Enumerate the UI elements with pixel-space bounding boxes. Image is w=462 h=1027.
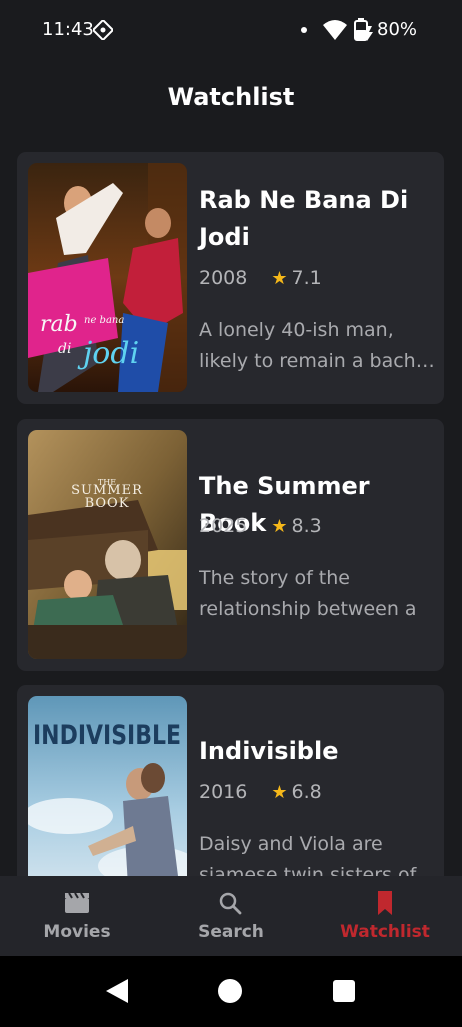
- back-icon[interactable]: [104, 977, 130, 1005]
- movie-card[interactable]: THE SUMMER BOOK The Summer Book 2025 ★ 8…: [17, 419, 444, 671]
- movie-description: Daisy and Viola are siamese twin sisters…: [199, 829, 437, 876]
- nav-label: Movies: [43, 922, 111, 942]
- movie-description-line: relationship between a: [199, 598, 417, 620]
- nav-item-movies[interactable]: Movies: [0, 876, 154, 956]
- nav-item-watchlist[interactable]: Watchlist: [308, 876, 462, 956]
- nav-label: Search: [198, 922, 264, 942]
- movie-meta: 2016 ★ 6.8: [199, 781, 322, 803]
- movie-description-line: siamese twin sisters of: [199, 864, 417, 876]
- movie-year: 2016: [199, 781, 248, 803]
- bookmark-icon: [378, 891, 392, 915]
- settings-icon: [93, 20, 113, 40]
- status-bar: 11:43 80%: [0, 0, 462, 60]
- svg-text:BOOK: BOOK: [85, 496, 130, 511]
- nav-item-search[interactable]: Search: [154, 876, 308, 956]
- star-icon: ★: [271, 515, 288, 537]
- svg-text:rab: rab: [40, 312, 78, 337]
- clapperboard-icon: [65, 892, 89, 913]
- watchlist-list[interactable]: rab ne bana di jodi Rab Ne Bana Di Jodi …: [17, 152, 444, 876]
- movie-rating: 6.8: [291, 781, 322, 803]
- movie-rating: 8.3: [291, 515, 322, 537]
- notification-dot: [301, 27, 307, 33]
- search-icon: [219, 892, 242, 915]
- movie-description-line: likely to remain a bachelor: [199, 350, 437, 372]
- movie-poster: THE SUMMER BOOK: [28, 430, 187, 659]
- battery-icon: [354, 18, 373, 41]
- nav-label: Watchlist: [340, 922, 430, 942]
- movie-card[interactable]: INDIVISIBLE Indivisible 2016 ★ 6.8 Daisy…: [17, 685, 444, 876]
- svg-text:jodi: jodi: [77, 336, 139, 371]
- movie-meta: 2025 ★ 8.3: [199, 515, 322, 537]
- movie-title-line: Rab Ne Bana Di: [199, 186, 409, 214]
- movie-poster: INDIVISIBLE: [28, 696, 187, 876]
- movie-description-line: The story of the: [199, 567, 350, 589]
- svg-text:di: di: [58, 341, 71, 357]
- movie-description-line: A lonely 40-ish man,: [199, 319, 394, 341]
- movie-rating: 7.1: [291, 267, 322, 289]
- movie-title: Indivisible: [199, 733, 435, 770]
- movie-poster: rab ne bana di jodi: [28, 163, 187, 392]
- svg-text:INDIVISIBLE: INDIVISIBLE: [33, 719, 181, 751]
- recents-icon[interactable]: [333, 980, 355, 1002]
- movie-title-line: Indivisible: [199, 737, 339, 765]
- bottom-nav: Movies Search Watchlist: [0, 876, 462, 956]
- status-time: 11:43: [42, 19, 94, 40]
- star-icon: ★: [271, 267, 288, 289]
- wifi-icon: [323, 20, 347, 40]
- movie-year: 2008: [199, 267, 248, 289]
- movie-description-line: Daisy and Viola are: [199, 833, 383, 855]
- system-nav-bar: [0, 956, 462, 1027]
- page-title: Watchlist: [167, 83, 295, 111]
- movie-title-line: Jodi: [199, 223, 250, 251]
- movie-card[interactable]: rab ne bana di jodi Rab Ne Bana Di Jodi …: [17, 152, 444, 404]
- svg-text:ne bana: ne bana: [84, 315, 124, 326]
- movie-year: 2025: [199, 515, 248, 537]
- home-icon[interactable]: [218, 979, 242, 1003]
- battery-percent: 80%: [377, 19, 418, 40]
- movie-description: The story of the relationship between a: [199, 563, 437, 625]
- movie-description: A lonely 40-ish man, likely to remain a …: [199, 315, 437, 377]
- movie-title: Rab Ne Bana Di Jodi: [199, 182, 435, 256]
- movie-meta: 2008 ★ 7.1: [199, 267, 322, 289]
- star-icon: ★: [271, 781, 288, 803]
